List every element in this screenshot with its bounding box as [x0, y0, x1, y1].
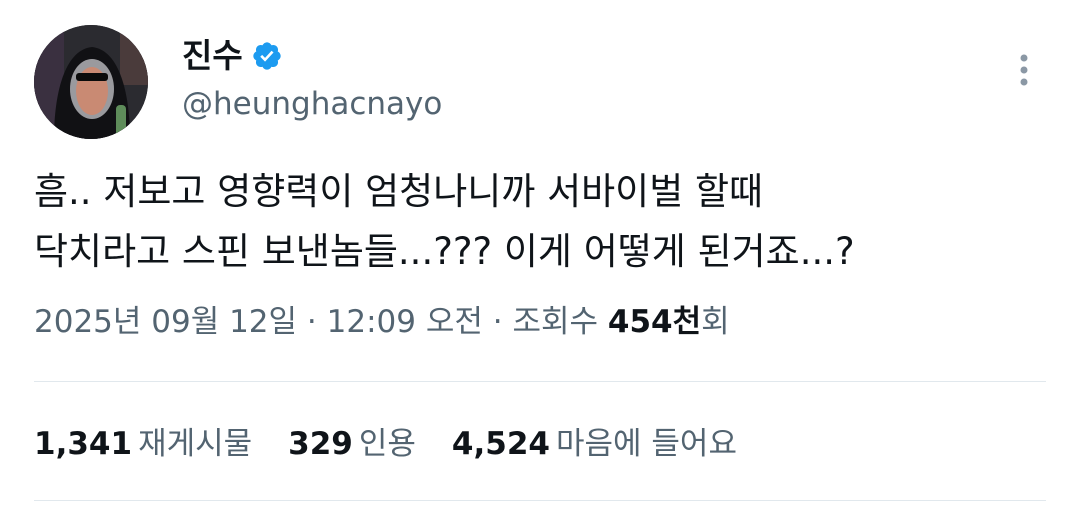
more-options-button[interactable] [1004, 50, 1044, 90]
more-vertical-icon [1020, 54, 1028, 86]
tweet-text-line: 흠.. 저보고 영향력이 엄청나니까 서바이벌 할때 [34, 170, 764, 213]
views-suffix: 회 [701, 304, 730, 340]
author-name-row: 진수 [182, 34, 283, 78]
author-handle[interactable]: @heunghacnayo [182, 84, 442, 124]
likes-stat[interactable]: 4,524 마음에 들어요 [452, 422, 737, 466]
tweet-time[interactable]: 12:09 오전 [327, 304, 483, 340]
reposts-count: 1,341 [34, 426, 133, 462]
divider [34, 500, 1046, 501]
quotes-label: 인용 [358, 426, 416, 462]
avatar-image [34, 25, 148, 139]
engagement-stats: 1,341 재게시물 329 인용 4,524 마음에 들어요 [34, 422, 773, 466]
likes-count: 4,524 [451, 426, 550, 462]
views-count: 454천 [607, 304, 702, 340]
tweet-text: 흠.. 저보고 영향력이 엄청나니까 서바이벌 할때 닥치라고 스핀 보낸놈들.… [34, 162, 1034, 282]
divider [34, 381, 1046, 382]
reposts-label: 재게시물 [138, 426, 253, 462]
tweet-meta: 2025년 09월 12일 · 12:09 오전 · 조회수 454천회 [34, 300, 730, 344]
quotes-count: 329 [288, 426, 353, 462]
tweet-text-line: 닥치라고 스핀 보낸놈들...??? 이게 어떻게 된거죠...? [34, 230, 855, 273]
tweet-date[interactable]: 2025년 09월 12일 [34, 304, 297, 340]
views-label: 조회수 [512, 304, 599, 340]
quotes-stat[interactable]: 329 인용 [288, 422, 416, 466]
meta-separator: · [492, 304, 503, 340]
verified-badge-icon [251, 40, 283, 72]
meta-separator: · [306, 304, 317, 340]
reposts-stat[interactable]: 1,341 재게시물 [34, 422, 252, 466]
display-name[interactable]: 진수 [182, 34, 243, 78]
avatar[interactable] [34, 25, 148, 139]
likes-label: 마음에 들어요 [555, 426, 737, 462]
